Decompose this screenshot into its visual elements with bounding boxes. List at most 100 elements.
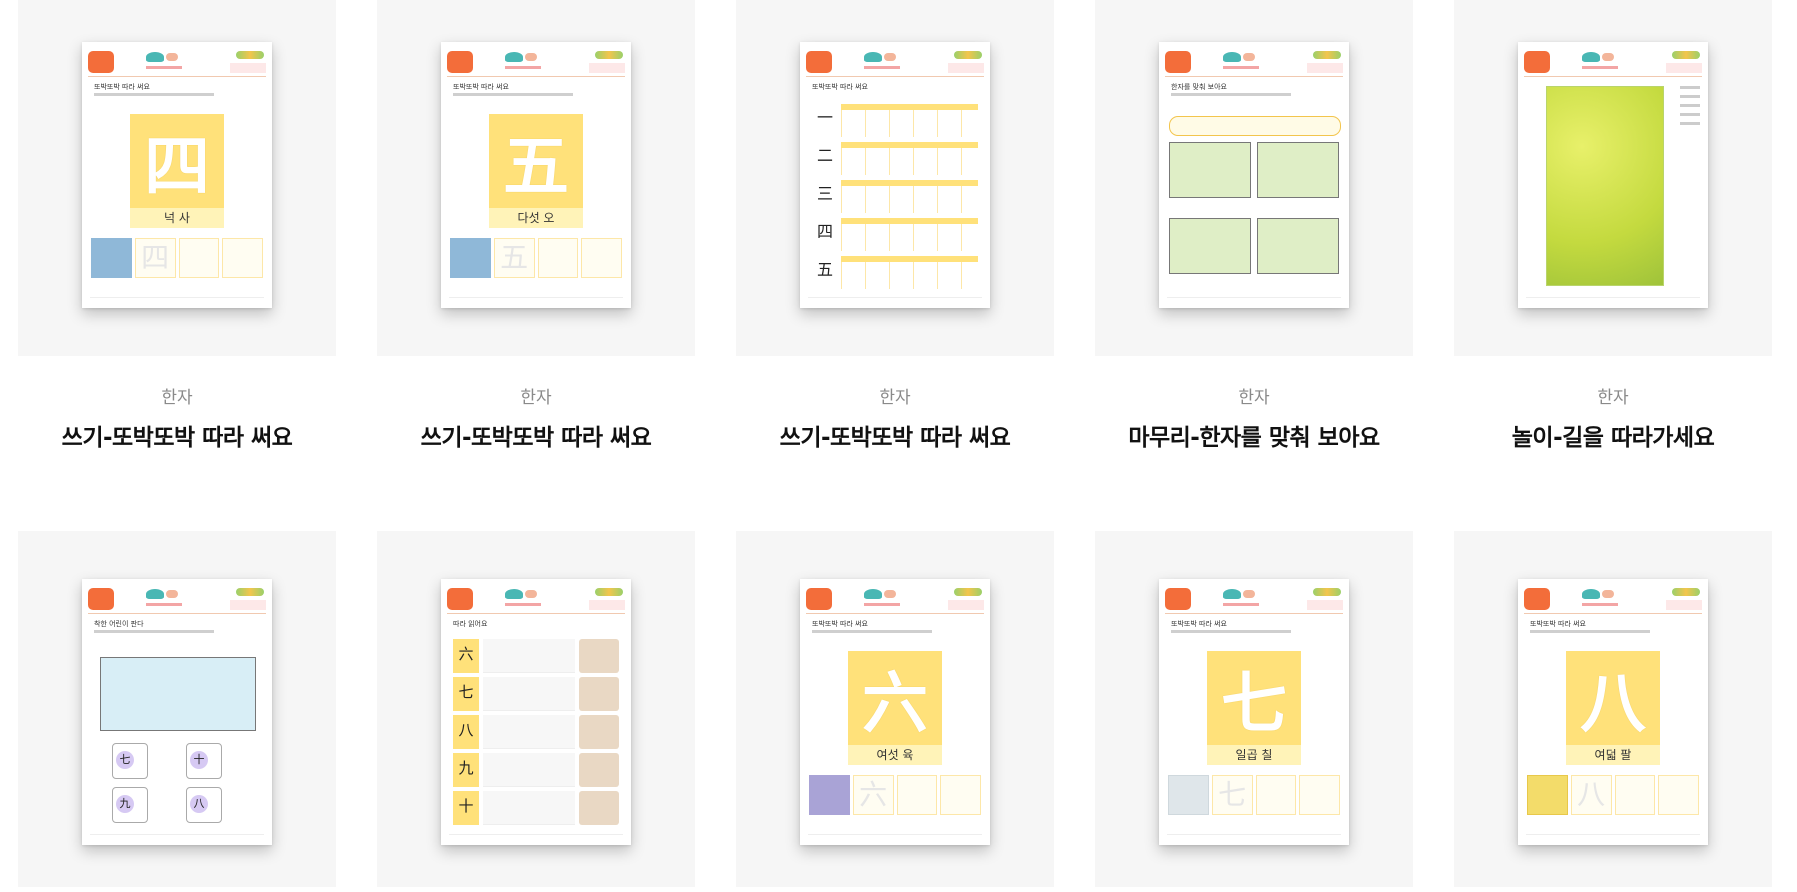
name-field — [1307, 63, 1343, 73]
worksheet-thumbnail[interactable]: 또박또박 따라 써요 六 여섯 육 六 — [736, 531, 1054, 887]
name-field — [948, 63, 984, 73]
worksheet-card[interactable]: 또박또박 따라 써요 一 二 三 四 五 한자 쓰기-또박또박 따라 써요 — [736, 0, 1054, 454]
worksheet-thumbnail[interactable]: 또박또박 따라 써요 八 여덟 팔 八 — [1454, 531, 1772, 887]
decoration-icon — [1243, 590, 1255, 598]
card-title[interactable]: 놀이-길을 따라가세요 — [1454, 422, 1772, 454]
worksheet-thumbnail[interactable] — [1454, 0, 1772, 356]
hanja-tile: 八 — [186, 787, 222, 823]
sheet-heading: 또박또박 따라 써요 — [453, 83, 509, 91]
decoration-icon — [1582, 589, 1600, 599]
hanja-tile: 九 — [112, 787, 148, 823]
sheet-heading: 또박또박 따라 써요 — [1530, 620, 1586, 628]
sheet-heading: 또박또박 따라 써요 — [1171, 620, 1227, 628]
panda-illustration — [579, 791, 619, 825]
reading-row: 九 — [453, 753, 619, 787]
practice-cell — [1255, 775, 1297, 815]
worksheet-card[interactable]: 또박또박 따라 써요 七 일곱 칠 七 — [1095, 531, 1413, 887]
illustration-image — [91, 238, 132, 278]
decoration-icon — [884, 590, 896, 598]
sheet-header — [1165, 50, 1343, 77]
leaves-icon — [236, 588, 264, 596]
sheet-header — [1524, 587, 1702, 614]
card-title[interactable]: 쓰기-또박또박 따라 써요 — [18, 422, 336, 454]
sheet-footer — [1526, 834, 1700, 835]
worksheet-thumbnail[interactable]: 또박또박 따라 써요 七 일곱 칠 七 — [1095, 531, 1413, 887]
hanja-reading: 다섯 오 — [489, 208, 583, 228]
worksheet-card[interactable]: 착한 어린이 판다 七 十 九 八 — [18, 531, 336, 887]
leaves-icon — [1313, 588, 1341, 596]
sheet-instruction — [1530, 630, 1650, 633]
decoration-icon — [505, 589, 523, 599]
card-category: 한자 — [161, 388, 193, 408]
practice-boxes: 六 — [809, 775, 981, 815]
card-title[interactable]: 쓰기-또박또박 따라 써요 — [377, 422, 695, 454]
worksheet-thumbnail[interactable]: 따라 읽어요 六 七 八 九 十 — [377, 531, 695, 887]
name-field — [230, 600, 266, 610]
sheet-subtitle — [146, 66, 182, 69]
worksheet-thumbnail[interactable]: 착한 어린이 판다 七 十 九 八 — [18, 531, 336, 887]
worksheet-thumbnail[interactable]: 또박또박 따라 써요 四 넉 사 四 — [18, 0, 336, 356]
leaves-icon — [1672, 588, 1700, 596]
comic-panel — [1169, 142, 1251, 198]
practice-cell — [222, 238, 263, 278]
leaves-icon — [595, 588, 623, 596]
brand-logo — [1165, 588, 1191, 610]
leaves-icon — [1672, 51, 1700, 59]
worksheet-thumbnail[interactable]: 한자를 맞춰 보아요 — [1095, 0, 1413, 356]
trace-character: 五 — [493, 238, 535, 278]
row-text — [483, 677, 575, 711]
comic-panel — [1257, 218, 1339, 274]
card-title[interactable]: 마무리-한자를 맞춰 보아요 — [1095, 422, 1413, 454]
row-character: 一 — [816, 108, 833, 127]
sheet-header — [806, 587, 984, 614]
worksheet-preview: 또박또박 따라 써요 八 여덟 팔 八 — [1518, 579, 1708, 845]
worksheet-card[interactable]: 또박또박 따라 써요 六 여섯 육 六 — [736, 531, 1054, 887]
sheet-footer — [808, 834, 982, 835]
worksheet-grid: 또박또박 따라 써요 四 넉 사 四 한자 쓰기-또박또박 따라 써요 또박또박… — [0, 0, 1797, 892]
card-meta: 한자 놀이-길을 따라가세요 — [1454, 386, 1772, 454]
reading-row: 八 — [453, 715, 619, 749]
vertical-instructions — [1680, 86, 1700, 206]
row-character: 九 — [453, 753, 479, 787]
row-character: 三 — [816, 184, 833, 203]
practice-cell — [1299, 775, 1340, 815]
row-character: 六 — [453, 639, 479, 673]
panda-illustration — [579, 753, 619, 787]
sheet-footer — [1167, 297, 1341, 298]
worksheet-card[interactable]: 따라 읽어요 六 七 八 九 十 — [377, 531, 695, 887]
brand-logo — [447, 588, 473, 610]
hanja-character: 八 — [1566, 651, 1660, 745]
row-character: 七 — [453, 677, 479, 711]
name-field — [589, 63, 625, 73]
sheet-footer — [449, 834, 623, 835]
row-cells — [841, 218, 978, 251]
worksheet-card[interactable]: 한자 놀이-길을 따라가세요 — [1454, 0, 1772, 454]
sheet-subtitle — [864, 66, 900, 69]
worksheet-card[interactable]: 또박또박 따라 써요 四 넉 사 四 한자 쓰기-또박또박 따라 써요 — [18, 0, 336, 454]
sheet-heading: 또박또박 따라 써요 — [812, 620, 868, 628]
worksheet-card[interactable]: 한자를 맞춰 보아요 한자 마무리-한자를 맞춰 보아요 — [1095, 0, 1413, 454]
sheet-heading: 따라 읽어요 — [453, 620, 488, 628]
sheet-instruction — [1171, 93, 1291, 96]
comic-panel — [1169, 218, 1251, 274]
worksheet-card[interactable]: 또박또박 따라 써요 八 여덟 팔 八 — [1454, 531, 1772, 887]
name-field — [589, 600, 625, 610]
brand-logo — [806, 51, 832, 73]
worksheet-preview: 또박또박 따라 써요 五 다섯 오 五 — [441, 42, 631, 308]
practice-cell — [896, 775, 938, 815]
worksheet-thumbnail[interactable]: 또박또박 따라 써요 五 다섯 오 五 — [377, 0, 695, 356]
row-character: 四 — [816, 222, 833, 241]
row-character: 五 — [816, 260, 833, 279]
brand-logo — [806, 588, 832, 610]
card-title[interactable]: 쓰기-또박또박 따라 써요 — [736, 422, 1054, 454]
row-character: 八 — [453, 715, 479, 749]
worksheet-card[interactable]: 또박또박 따라 써요 五 다섯 오 五 한자 쓰기-또박또박 따라 써요 — [377, 0, 695, 454]
row-character: 二 — [816, 146, 833, 165]
row-cells — [841, 180, 978, 213]
name-field — [948, 600, 984, 610]
illustration-image — [809, 775, 850, 815]
name-field — [1666, 600, 1702, 610]
worksheet-thumbnail[interactable]: 또박또박 따라 써요 一 二 三 四 五 — [736, 0, 1054, 356]
comic-panel — [100, 657, 256, 731]
decoration-icon — [146, 52, 164, 62]
